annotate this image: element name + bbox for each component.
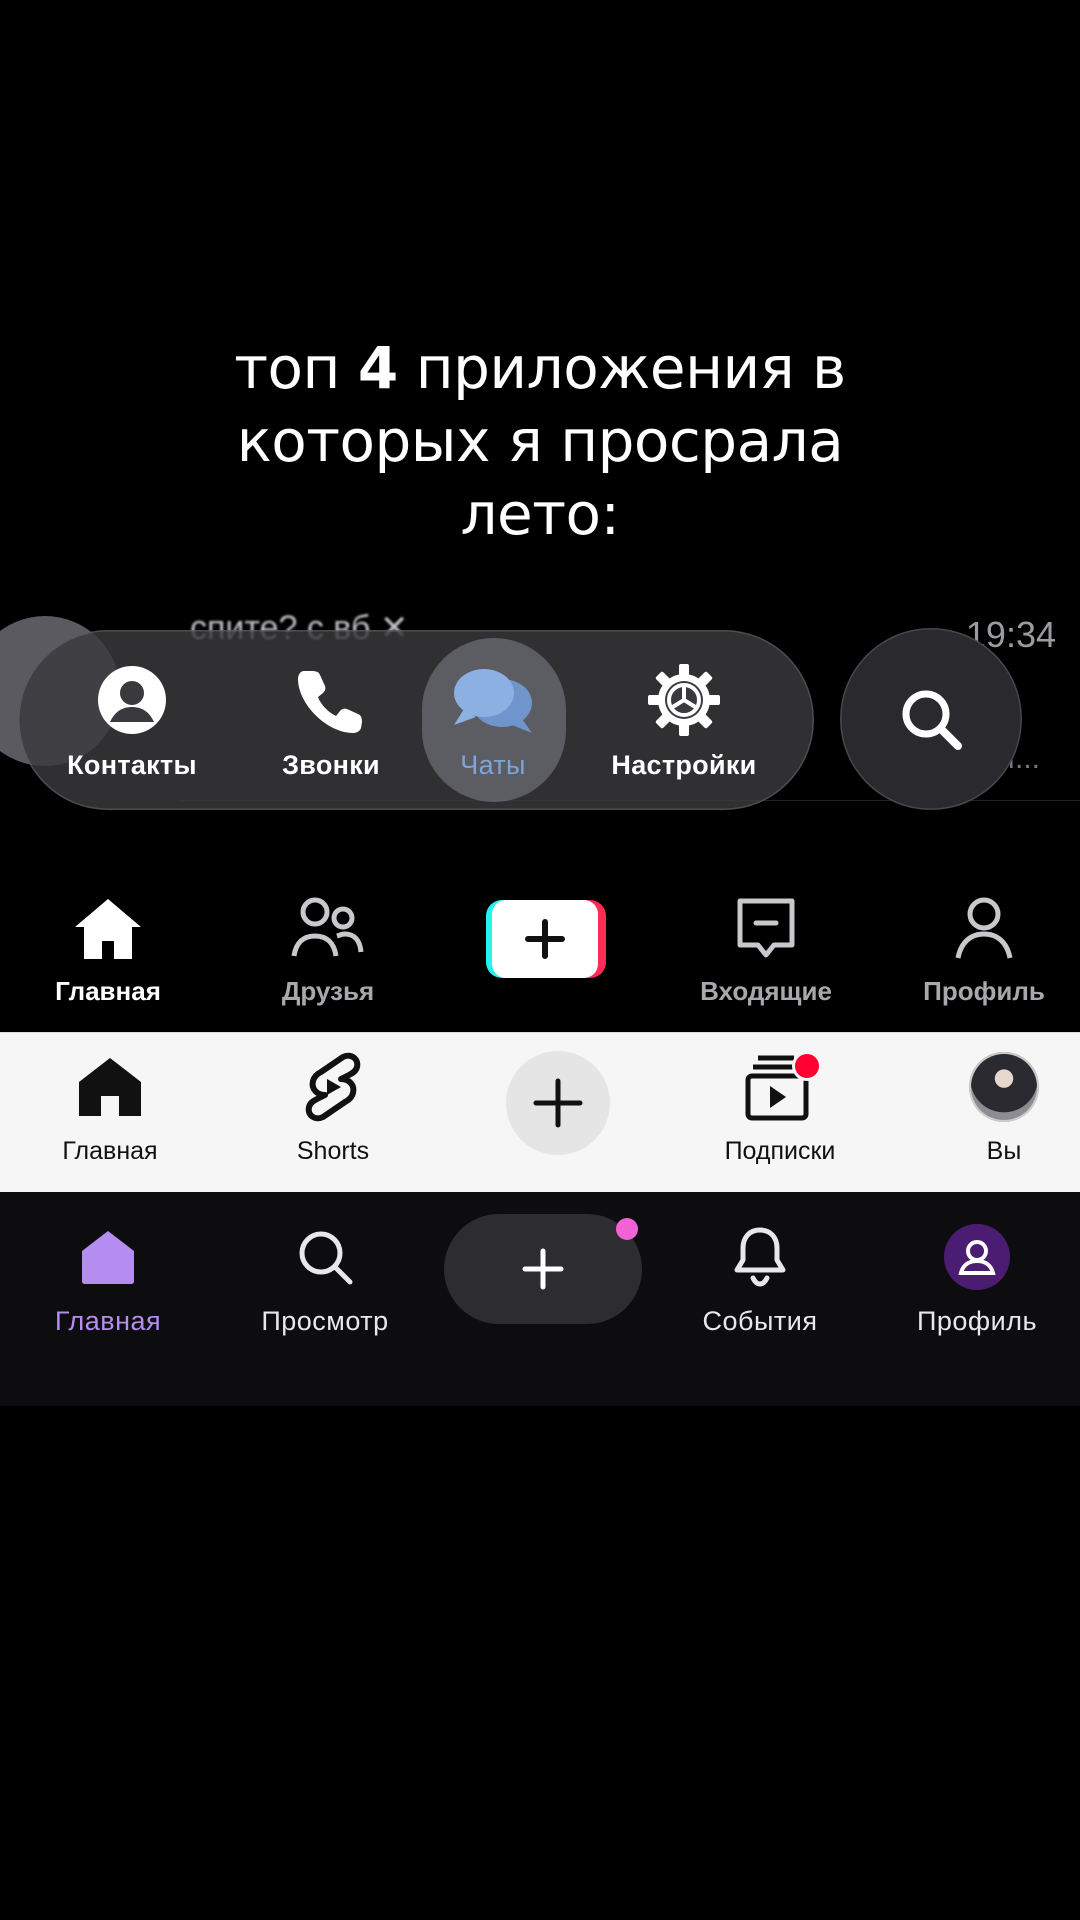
profile-icon: [944, 1224, 1010, 1290]
notification-dot: [792, 1051, 822, 1081]
tab-label: Главная: [54, 1306, 162, 1336]
plus-icon: [522, 1248, 564, 1290]
tab-calls[interactable]: Звонки: [241, 660, 421, 781]
caption-line-1: топ 4 приложения в: [0, 332, 1080, 405]
caption-text: топ 4 приложения в которых я просрала ле…: [0, 332, 1080, 551]
search-button[interactable]: [840, 628, 1022, 810]
tab-events[interactable]: События: [660, 1218, 860, 1337]
tab-label: Друзья: [281, 976, 375, 1006]
tab-label: Вы: [986, 1137, 1022, 1165]
tab-shorts[interactable]: Shorts: [233, 1049, 433, 1166]
search-icon: [902, 690, 962, 750]
plus-icon: [533, 1078, 583, 1128]
notification-dot: [616, 1218, 638, 1240]
home-icon: [10, 1049, 210, 1125]
inbox-icon: [666, 890, 866, 968]
avatar-icon: [969, 1052, 1039, 1122]
create-button[interactable]: [506, 1051, 610, 1155]
tab-you[interactable]: Вы: [904, 1049, 1080, 1166]
tab-profile[interactable]: Профиль: [877, 1218, 1077, 1337]
tab-profile[interactable]: Профиль: [884, 890, 1080, 1007]
tab-label: Звонки: [282, 750, 380, 780]
bell-icon: [660, 1218, 860, 1296]
tab-subscriptions[interactable]: Подписки: [680, 1049, 880, 1166]
search-icon: [225, 1218, 425, 1296]
tab-label: Подписки: [724, 1137, 836, 1165]
tab-chats[interactable]: Чаты: [403, 660, 583, 781]
tab-label: Просмотр: [261, 1306, 389, 1336]
plus-icon: [492, 900, 598, 978]
tab-label: Главная: [55, 976, 161, 1006]
home-icon: [8, 1218, 208, 1296]
home-icon: [8, 890, 208, 968]
tab-label: Shorts: [296, 1137, 370, 1165]
youtube-tab-bar: Главная Shorts Подписки Вы: [0, 1032, 1080, 1193]
chat-bubbles-icon: [403, 660, 583, 740]
tab-friends[interactable]: Друзья: [228, 890, 428, 1007]
tab-label: События: [702, 1306, 818, 1336]
tab-label: Настройки: [611, 750, 757, 780]
caption-line-3: лето:: [460, 480, 620, 548]
avatar-icon-wrap: [904, 1049, 1080, 1125]
caption-number: 4: [357, 334, 398, 402]
tab-settings[interactable]: Настройки: [594, 660, 774, 781]
tab-label: Главная: [62, 1137, 158, 1165]
third-app-tab-bar: Главная Просмотр События Профиль: [0, 1192, 1080, 1406]
caption-word: приложения в: [415, 334, 847, 402]
tab-home[interactable]: Главная: [8, 1218, 208, 1337]
tab-home[interactable]: Главная: [10, 1049, 210, 1166]
tab-label: Профиль: [923, 976, 1045, 1006]
create-button[interactable]: [444, 1214, 642, 1324]
phone-icon: [241, 660, 421, 740]
caption-line-2: которых я просрала: [236, 407, 844, 475]
profile-icon: [884, 890, 1080, 968]
tab-label: Чаты: [460, 750, 526, 780]
create-button[interactable]: [486, 900, 606, 978]
tab-home[interactable]: Главная: [8, 890, 208, 1007]
tab-inbox[interactable]: Входящие: [666, 890, 866, 1007]
tab-label: Профиль: [916, 1306, 1038, 1336]
caption-word: топ: [234, 334, 340, 402]
person-circle-icon: [42, 660, 222, 740]
tab-browse[interactable]: Просмотр: [225, 1218, 425, 1337]
shorts-icon: [233, 1049, 433, 1125]
tiktok-tab-bar: Главная Друзья Входящие Профиль: [0, 860, 1080, 1032]
tab-label: Контакты: [67, 750, 197, 780]
profile-icon-wrap: [877, 1218, 1077, 1296]
friends-icon: [228, 890, 428, 968]
gear-icon: [594, 660, 774, 740]
tab-label: Входящие: [700, 976, 832, 1006]
subscriptions-icon: [680, 1049, 880, 1125]
tab-contacts[interactable]: Контакты: [42, 660, 222, 781]
telegram-tab-bar-section: спите? с вб ✕ 19:34 ... М... Контакты Зв…: [0, 600, 1080, 810]
